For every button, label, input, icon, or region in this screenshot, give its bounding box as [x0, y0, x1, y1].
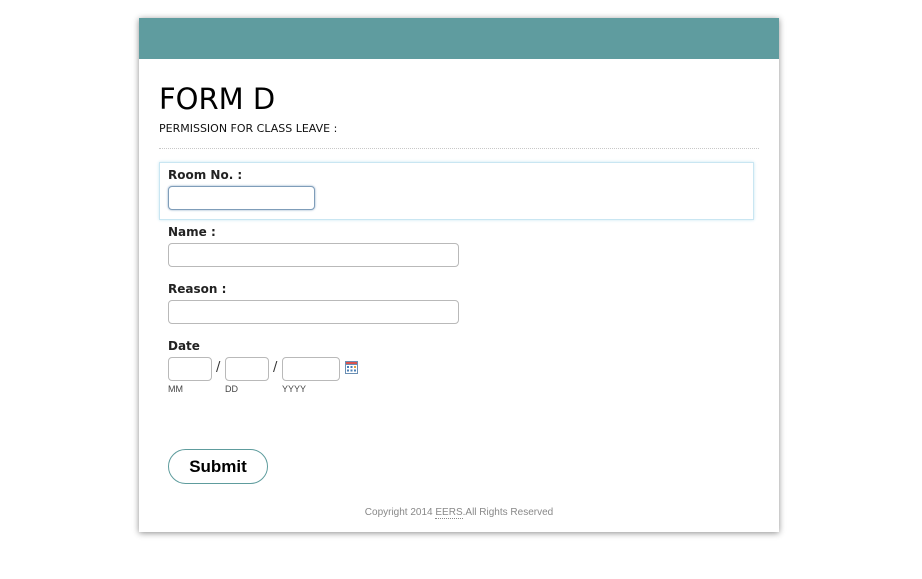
room-label: Room No. :: [168, 168, 243, 182]
name-input[interactable]: [168, 243, 459, 267]
date-separator: /: [216, 360, 221, 375]
date-mm-sublabel: MM: [168, 384, 183, 394]
date-label: Date: [168, 339, 200, 353]
divider: [159, 148, 759, 149]
submit-button[interactable]: Submit: [168, 449, 268, 484]
form-subtitle: PERMISSION FOR CLASS LEAVE :: [159, 122, 338, 135]
room-field-row: Room No. :: [159, 162, 754, 220]
footer-copyright: Copyright 2014 EERS.All Rights Reserved: [139, 507, 779, 519]
reason-input[interactable]: [168, 300, 459, 324]
date-yyyy-input[interactable]: [282, 357, 340, 381]
date-dd-input[interactable]: [225, 357, 269, 381]
footer-link-eers[interactable]: EERS: [435, 507, 463, 519]
form-title: FORM D: [159, 82, 276, 116]
form-card: FORM D PERMISSION FOR CLASS LEAVE : Room…: [139, 18, 779, 532]
reason-label: Reason :: [168, 282, 227, 296]
footer-prefix: Copyright 2014: [364, 507, 436, 518]
date-mm-input[interactable]: [168, 357, 212, 381]
footer-suffix: .All Rights Reserved: [462, 507, 554, 518]
name-label: Name :: [168, 225, 216, 239]
calendar-icon[interactable]: [345, 359, 358, 374]
date-yyyy-sublabel: YYYY: [282, 384, 307, 394]
date-separator: /: [273, 360, 278, 375]
header-bar: [139, 18, 779, 59]
room-input[interactable]: [168, 186, 315, 210]
date-dd-sublabel: DD: [225, 384, 238, 394]
